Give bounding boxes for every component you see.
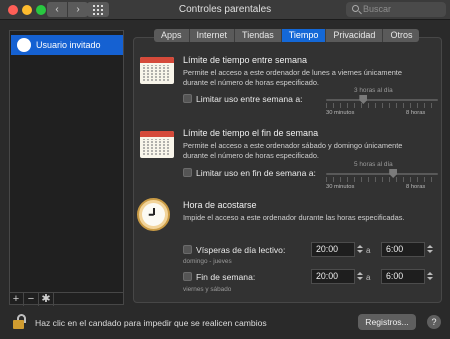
search-field[interactable]: Buscar bbox=[346, 2, 446, 17]
bedtime-desc: Impide el acceso a este ordenador durant… bbox=[183, 213, 405, 222]
bedtime-title: Hora de acostarse bbox=[183, 200, 257, 210]
user-list-toolbar: + − ✱ bbox=[9, 292, 124, 306]
help-button[interactable]: ? bbox=[427, 315, 441, 329]
weekend-desc-1: Permite el acceso a este ordenador sábad… bbox=[183, 141, 403, 150]
weekend-slider-track bbox=[326, 173, 438, 175]
school-nights-to-field[interactable]: 6:00 bbox=[381, 242, 425, 257]
school-nights-separator: a bbox=[366, 246, 371, 255]
weekend-limit-label: Limitar uso en fin de semana a: bbox=[196, 168, 316, 178]
weekday-slider-max: 8 horas bbox=[406, 110, 426, 116]
avatar bbox=[17, 38, 31, 52]
weekend-bedtime-checkbox[interactable] bbox=[183, 272, 192, 281]
weekday-title: Límite de tiempo entre semana bbox=[183, 55, 308, 65]
user-name: Usuario invitado bbox=[36, 40, 101, 50]
weekday-limit-checkbox[interactable] bbox=[183, 94, 192, 103]
weekday-slider-ticks bbox=[326, 103, 438, 108]
search-icon bbox=[352, 5, 359, 12]
weekend-desc-2: durante el número de horas especificado. bbox=[183, 151, 319, 160]
calendar-icon bbox=[140, 131, 174, 158]
weekend-bedtime-from-stepper[interactable] bbox=[356, 270, 363, 283]
school-nights-from-field[interactable]: 20:00 bbox=[311, 242, 355, 257]
weekday-limit-label: Limitar uso entre semana a: bbox=[196, 94, 303, 104]
school-nights-sub: domingo - jueves bbox=[183, 258, 232, 265]
weekend-slider-max: 8 horas bbox=[406, 184, 426, 190]
search-placeholder: Buscar bbox=[363, 4, 392, 14]
weekday-slider-min: 30 minutos bbox=[326, 110, 355, 116]
logs-button[interactable]: Registros... bbox=[358, 314, 416, 330]
weekend-bedtime-to-field[interactable]: 6:00 bbox=[381, 269, 425, 284]
weekend-slider-min: 30 minutos bbox=[326, 184, 355, 190]
school-nights-checkbox[interactable] bbox=[183, 245, 192, 254]
calendar-icon bbox=[140, 57, 174, 84]
weekend-limit-checkbox[interactable] bbox=[183, 168, 192, 177]
back-button[interactable]: ‹ bbox=[47, 2, 67, 17]
weekend-slider-ticks bbox=[326, 177, 438, 182]
school-nights-to-stepper[interactable] bbox=[426, 243, 433, 256]
weekday-slider-value: 3 horas al día bbox=[354, 87, 393, 94]
weekday-slider-track bbox=[326, 99, 438, 101]
school-nights-label: Vísperas de día lectivo: bbox=[196, 245, 286, 255]
zoom-button[interactable] bbox=[36, 5, 46, 15]
remove-user-button[interactable]: − bbox=[24, 293, 39, 306]
tab-otros[interactable]: Otros bbox=[383, 29, 420, 42]
close-button[interactable] bbox=[8, 5, 18, 15]
user-list-item[interactable]: Usuario invitado bbox=[11, 35, 123, 55]
weekday-desc-1: Permite el acceso a este ordenador de lu… bbox=[183, 68, 402, 77]
weekend-bedtime-from-field[interactable]: 20:00 bbox=[311, 269, 355, 284]
weekend-bedtime-separator: a bbox=[366, 273, 371, 282]
forward-button[interactable]: › bbox=[68, 2, 88, 17]
weekend-slider-value: 5 horas al día bbox=[354, 161, 393, 168]
add-user-button[interactable]: + bbox=[9, 293, 24, 306]
tab-bar: Apps Internet Tiendas Tiempo Privacidad … bbox=[154, 29, 420, 42]
clock-icon bbox=[137, 198, 170, 231]
weekday-desc-2: durante el número de horas especificado. bbox=[183, 78, 319, 87]
weekend-bedtime-sub: viernes y sábado bbox=[183, 286, 232, 293]
tab-tiempo[interactable]: Tiempo bbox=[281, 29, 327, 42]
title-bar: ‹ › Controles parentales Buscar bbox=[0, 0, 450, 20]
tab-tiendas[interactable]: Tiendas bbox=[235, 29, 282, 42]
lock-message: Haz clic en el candado para impedir que … bbox=[35, 318, 267, 328]
weekend-title: Límite de tiempo el fin de semana bbox=[183, 128, 319, 138]
show-all-grid-icon[interactable] bbox=[87, 2, 109, 17]
tab-privacidad[interactable]: Privacidad bbox=[326, 29, 384, 42]
tab-apps[interactable]: Apps bbox=[154, 29, 190, 42]
minimize-button[interactable] bbox=[22, 5, 32, 15]
tab-internet[interactable]: Internet bbox=[189, 29, 236, 42]
weekend-bedtime-to-stepper[interactable] bbox=[426, 270, 433, 283]
weekend-bedtime-label: Fin de semana: bbox=[196, 272, 256, 282]
user-list: Usuario invitado bbox=[9, 30, 124, 305]
gear-icon[interactable]: ✱ bbox=[39, 293, 54, 306]
school-nights-from-stepper[interactable] bbox=[356, 243, 363, 256]
lock-icon[interactable] bbox=[13, 314, 27, 329]
window-title: Controles parentales bbox=[178, 4, 272, 15]
